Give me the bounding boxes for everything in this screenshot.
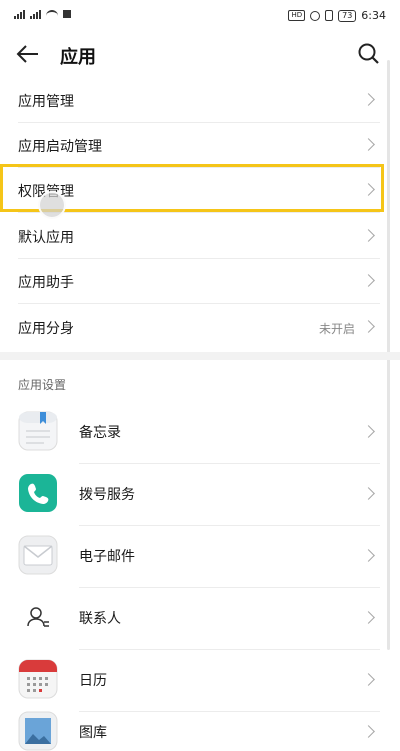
status-bar: HD 73 6:34 [0,0,400,32]
app-item-label: 图库 [79,725,107,741]
chevron-right-icon [362,549,375,562]
menu-item-app-twin[interactable]: 应用分身 未开启 [0,305,400,350]
hd-icon: HD [288,10,306,21]
status-value: 未开启 [318,322,355,336]
calendar-icon [18,659,58,699]
chevron-right-icon [362,425,375,438]
chevron-right-icon [362,673,375,686]
app-item-label: 电子邮件 [79,549,135,565]
chevron-right-icon [362,725,375,738]
status-time: 6:34 [361,9,386,22]
section-title: 应用设置 [18,378,67,392]
signal-icon [14,9,25,19]
app-item-gallery[interactable]: 图库 [0,702,400,751]
phone-icon [18,473,58,513]
search-button[interactable] [356,41,382,67]
signal-icon-2 [30,9,41,19]
menu-item-label: 应用启动管理 [18,139,102,155]
chevron-right-icon [362,320,375,333]
menu-item-label: 默认应用 [18,230,74,246]
status-left [14,9,71,19]
search-icon [358,43,379,64]
memo-icon [18,411,58,451]
app-item-contacts[interactable]: 联系人 [0,588,400,650]
menu-item-app-assistant[interactable]: 应用助手 [0,259,400,304]
app-item-email[interactable]: 电子邮件 [0,526,400,588]
menu-item-app-launch[interactable]: 应用启动管理 [0,123,400,168]
menu-item-label: 应用助手 [18,275,74,291]
page-title: 应用 [60,47,96,68]
menu-item-label: 应用管理 [18,94,74,110]
menu-item-label: 应用分身 [18,321,74,337]
app-item-memo[interactable]: 备忘录 [0,402,400,464]
app-header: 应用 [0,32,400,76]
divider [18,212,380,213]
notification-icon [63,10,71,18]
touch-indicator [38,191,66,219]
chevron-right-icon [362,229,375,242]
menu-item-default-apps[interactable]: 默认应用 [0,214,400,259]
app-item-dialer[interactable]: 拨号服务 [0,464,400,526]
section-divider [0,352,400,360]
app-item-label: 备忘录 [79,425,121,441]
app-item-label: 日历 [79,673,107,689]
back-button[interactable] [14,40,44,68]
app-item-label: 拨号服务 [79,487,135,503]
divider [18,303,380,304]
chevron-right-icon [362,93,375,106]
chevron-right-icon [362,487,375,500]
contacts-icon [18,597,58,637]
status-right: HD 73 6:34 [288,9,386,22]
back-arrow-icon [16,45,38,63]
gallery-icon [18,711,58,751]
chevron-right-icon [362,274,375,287]
alarm-icon [310,10,321,21]
wifi-icon [46,9,58,19]
battery-icon: 73 [338,9,357,22]
chevron-right-icon [362,138,375,151]
vibrate-icon [325,10,334,21]
app-item-label: 联系人 [79,611,121,627]
email-icon [18,535,58,575]
chevron-right-icon [362,611,375,624]
menu-item-app-management[interactable]: 应用管理 [0,78,400,123]
